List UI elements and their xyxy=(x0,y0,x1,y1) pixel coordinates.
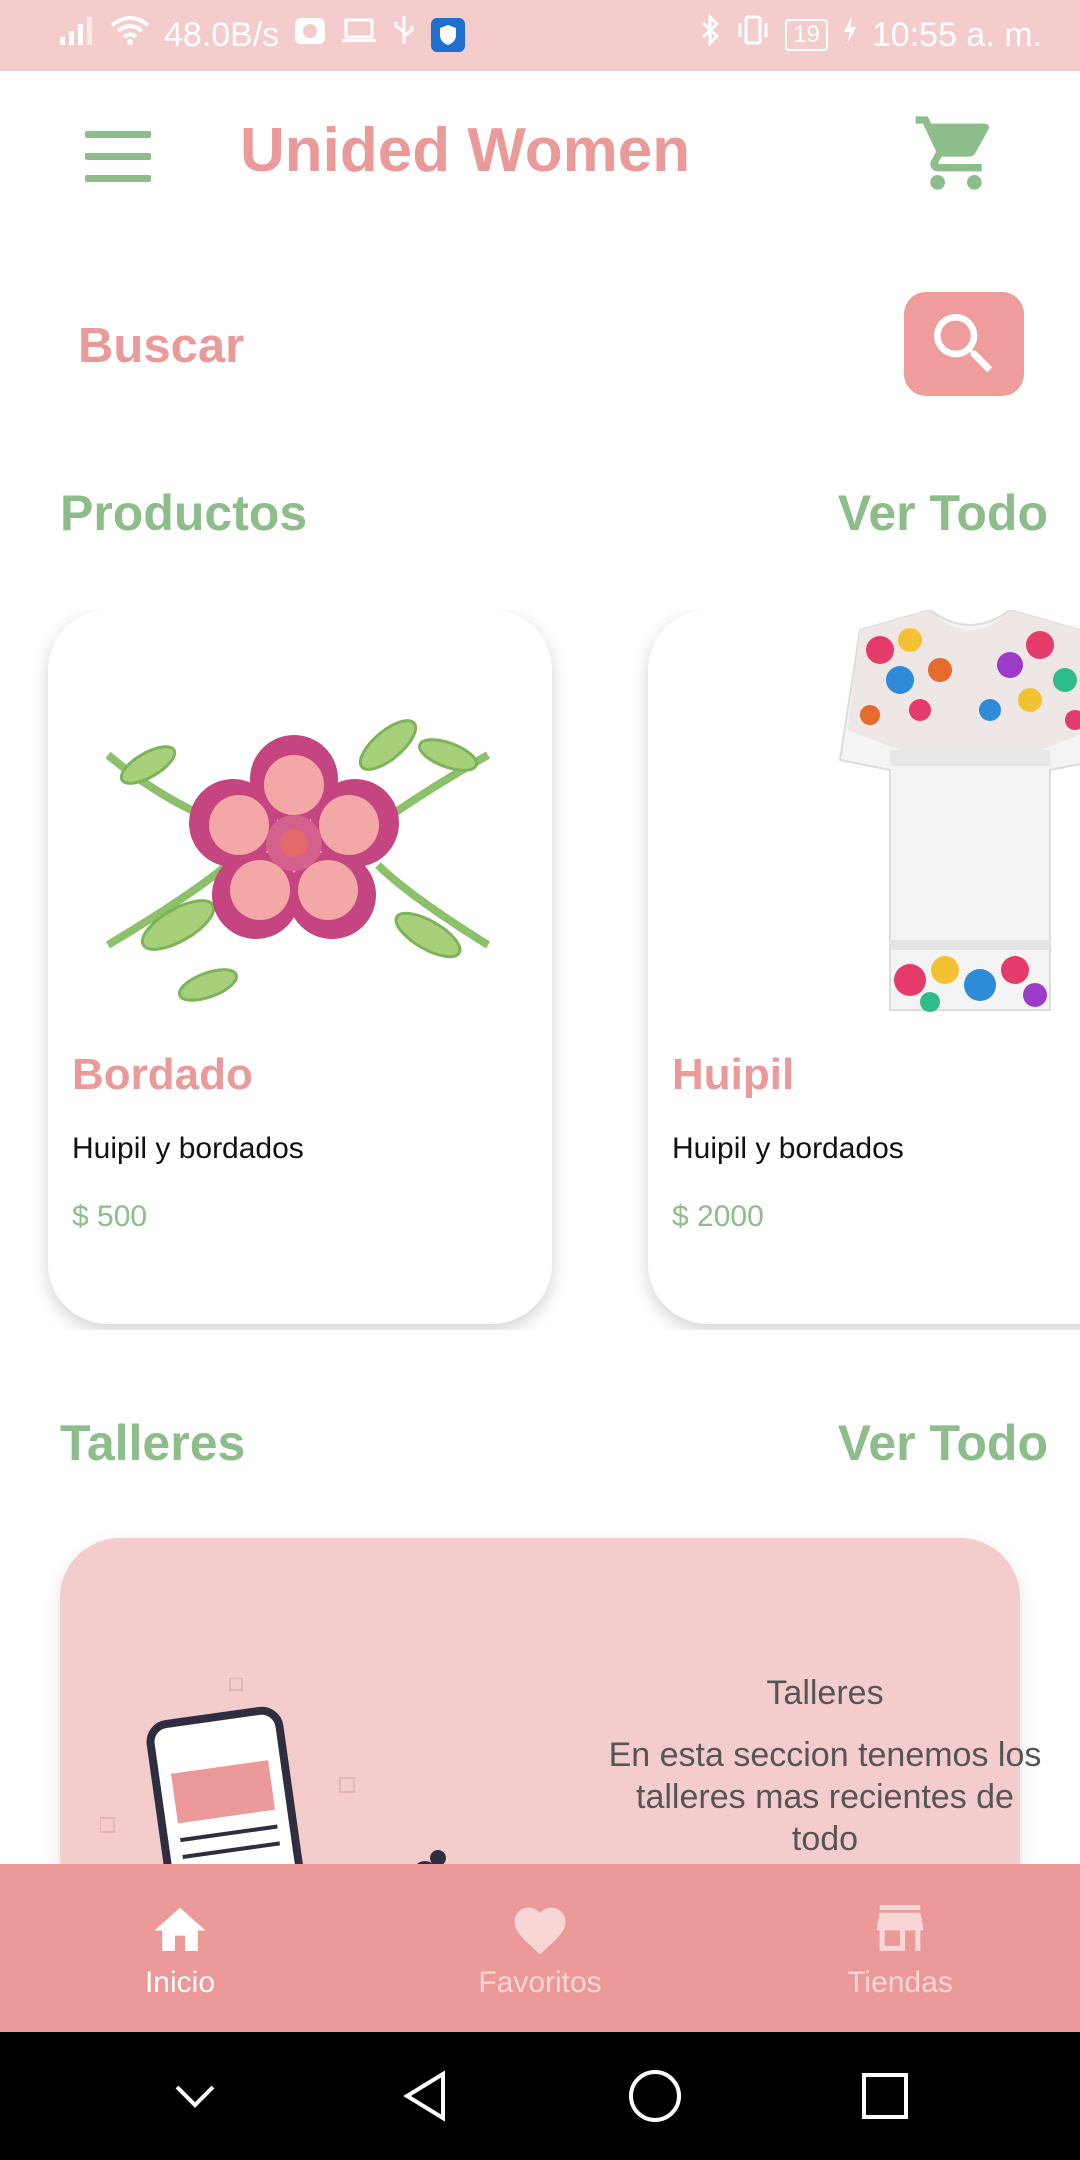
wifi-icon xyxy=(110,15,150,54)
chevron-down-icon xyxy=(175,2085,215,2108)
search-button[interactable] xyxy=(904,292,1024,396)
home-button[interactable] xyxy=(615,2056,695,2136)
home-circle-icon xyxy=(629,2070,681,2122)
product-price: $ 500 xyxy=(72,1200,148,1233)
laptop-icon xyxy=(341,15,377,54)
product-image-huipil xyxy=(758,610,1080,1030)
workshop-card-title: Talleres xyxy=(766,1674,884,1712)
camera-icon xyxy=(293,14,327,55)
shield-icon xyxy=(431,17,466,52)
workshops-section-title: Talleres xyxy=(60,1415,246,1471)
heart-icon xyxy=(514,1907,566,1955)
nav-label-inicio: Inicio xyxy=(144,1966,216,1999)
collapse-button[interactable] xyxy=(155,2056,235,2136)
app-title: Unided Women xyxy=(240,116,691,185)
nav-label-tiendas: Tiendas xyxy=(847,1966,953,1999)
menu-button[interactable] xyxy=(80,127,160,183)
bottom-navigation: Inicio Favoritos Tiendas xyxy=(0,1864,1080,2032)
products-section-title: Productos xyxy=(60,485,308,541)
nav-label-favoritos: Favoritos xyxy=(478,1966,602,1999)
search-label[interactable]: Buscar xyxy=(78,318,244,374)
store-icon xyxy=(877,1905,923,1951)
signal-icon xyxy=(60,15,96,54)
workshops-see-all-link[interactable]: Ver Todo xyxy=(838,1414,1048,1472)
products-see-all-link[interactable]: Ver Todo xyxy=(838,484,1048,542)
system-navigation-bar xyxy=(0,2032,1080,2160)
product-name: Bordado xyxy=(72,1050,253,1099)
menu-icon-line xyxy=(85,131,151,138)
vibrate-icon xyxy=(735,14,771,55)
nav-item-favoritos[interactable]: Favoritos xyxy=(360,1864,720,2032)
product-price: $ 2000 xyxy=(672,1200,764,1233)
charging-icon xyxy=(842,15,858,54)
app-bar: Unided Women xyxy=(0,71,1080,241)
workshop-card-text: En esta seccion tenemos los talleres mas… xyxy=(608,1736,1042,1858)
products-carousel[interactable]: Bordado Huipil y bordados $ 500 Huipil H… xyxy=(0,610,1080,1330)
search-icon xyxy=(934,314,993,373)
usb-icon xyxy=(391,14,417,55)
cart-button[interactable] xyxy=(912,109,1000,197)
clock: 10:55 a. m. xyxy=(871,15,1042,54)
back-button[interactable] xyxy=(385,2056,465,2136)
home-icon xyxy=(154,1907,206,1951)
nav-item-tiendas[interactable]: Tiendas xyxy=(720,1864,1080,2032)
recents-square-icon xyxy=(862,2073,908,2119)
battery-indicator: 19 xyxy=(785,18,828,51)
product-card[interactable]: Huipil Huipil y bordados $ 2000 xyxy=(648,610,1080,1324)
product-image-embroidery xyxy=(88,660,512,1040)
network-speed: 48.0B/s xyxy=(164,15,280,54)
product-description: Huipil y bordados xyxy=(72,1132,304,1165)
bluetooth-icon xyxy=(699,13,721,55)
product-card[interactable]: Bordado Huipil y bordados $ 500 xyxy=(48,610,552,1324)
product-name: Huipil xyxy=(672,1050,795,1099)
status-bar: 48.0B/s 19 10:55 a. m. xyxy=(0,0,1080,71)
back-triangle-icon xyxy=(403,2070,445,2122)
cart-icon xyxy=(915,116,990,190)
nav-item-inicio[interactable]: Inicio xyxy=(0,1864,360,2032)
product-description: Huipil y bordados xyxy=(672,1132,904,1165)
menu-icon-line xyxy=(85,175,151,182)
recents-button[interactable] xyxy=(845,2056,925,2136)
menu-icon-line xyxy=(85,153,151,160)
